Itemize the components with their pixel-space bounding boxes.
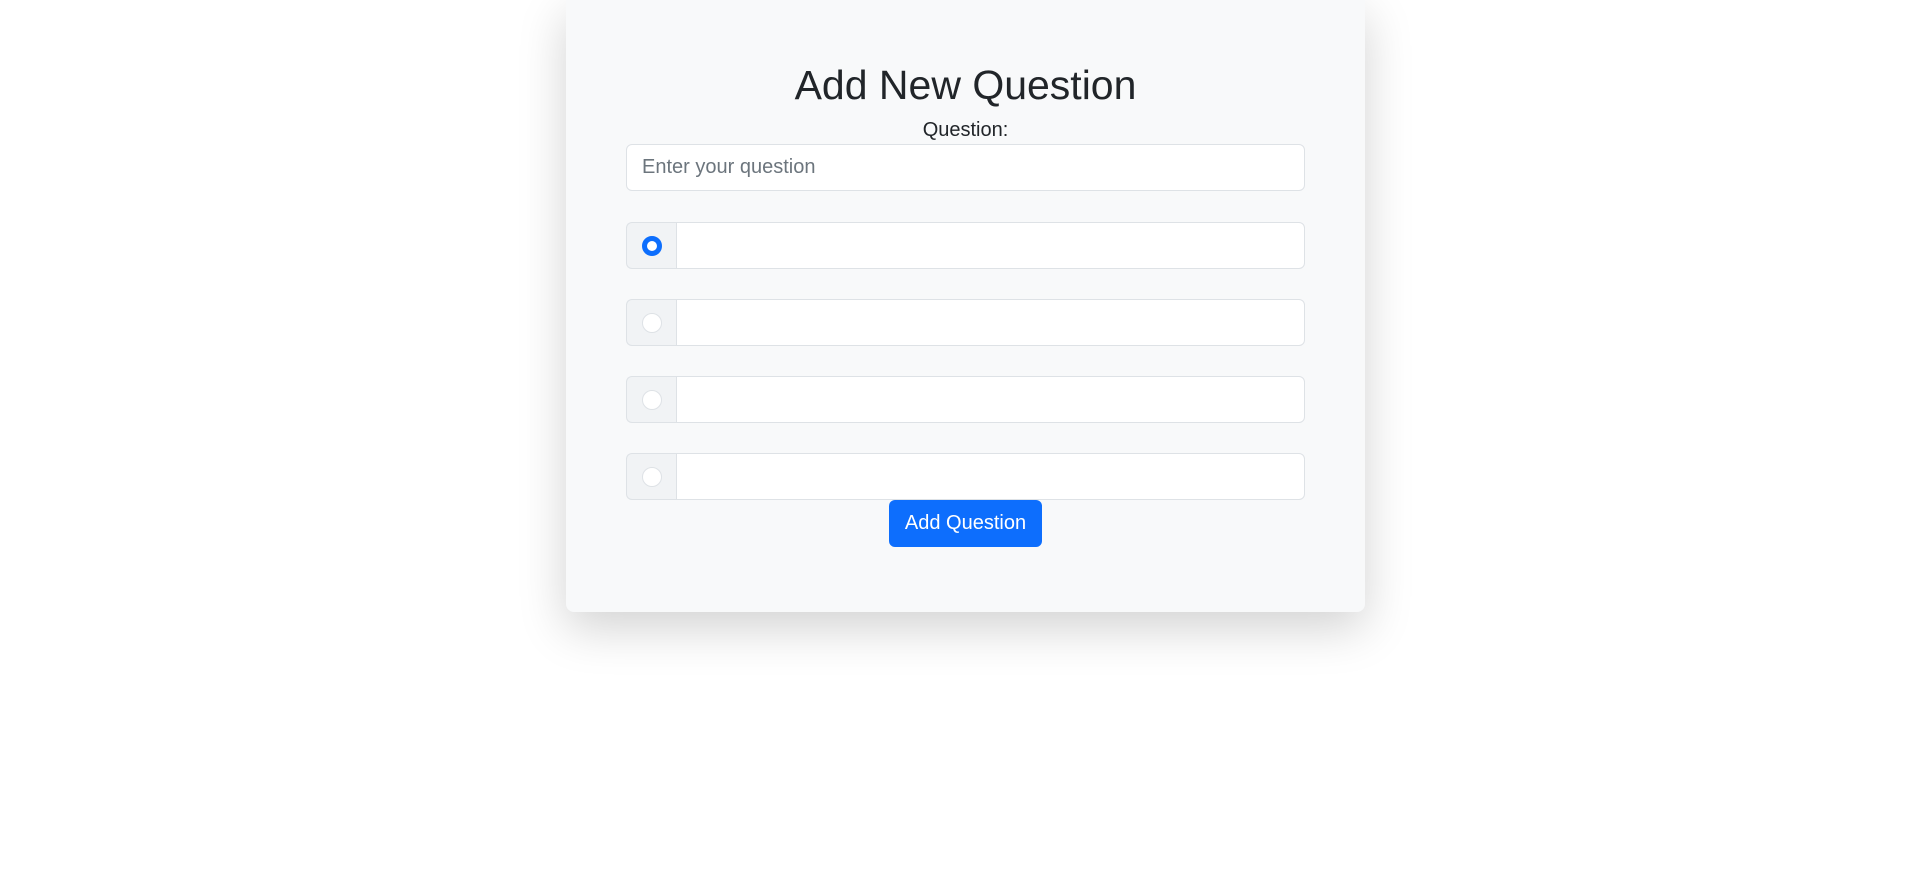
option-radio-container [626, 453, 676, 500]
option-3-radio[interactable] [641, 389, 662, 410]
option-radio-container [626, 299, 676, 346]
answer-options [626, 222, 1305, 500]
option-radio-container [626, 376, 676, 423]
option-2-input[interactable] [676, 299, 1305, 346]
answer-option-3 [626, 376, 1305, 423]
add-question-button[interactable]: Add Question [888, 500, 1043, 547]
answer-option-4 [626, 453, 1305, 500]
option-3-input[interactable] [676, 376, 1305, 423]
page-title: Add New Question [794, 62, 1137, 108]
submit-row: Add Question [626, 500, 1305, 547]
option-4-input[interactable] [676, 453, 1305, 500]
option-1-input[interactable] [676, 222, 1305, 269]
option-4-radio[interactable] [641, 466, 662, 487]
answer-option-1 [626, 222, 1305, 269]
add-question-card: Add New Question Question: Enter your qu… [566, 0, 1365, 612]
option-2-radio[interactable] [641, 312, 662, 333]
option-radio-container [626, 222, 676, 269]
question-input[interactable] [626, 144, 1305, 191]
question-label: Question: [922, 119, 1009, 141]
answer-option-2 [626, 299, 1305, 346]
option-1-radio[interactable] [641, 235, 662, 256]
